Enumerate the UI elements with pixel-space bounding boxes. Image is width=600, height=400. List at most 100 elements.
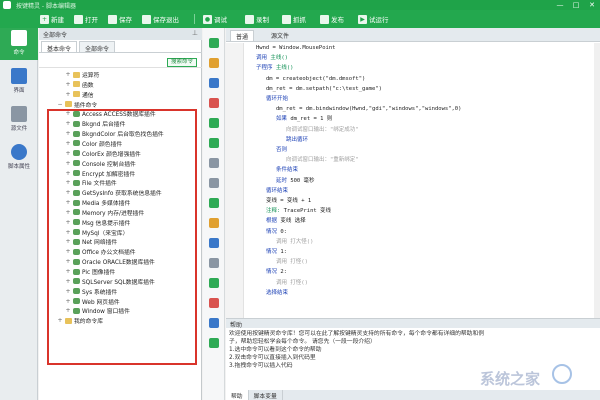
close-button[interactable]: ✕ bbox=[584, 0, 600, 10]
code-token: 如果 bbox=[276, 116, 291, 123]
editor-scrollbar[interactable] bbox=[594, 43, 600, 318]
code-line[interactable]: Hwnd = Window.MousePoint bbox=[256, 44, 335, 52]
code-token: 调用 bbox=[256, 55, 271, 62]
folder-icon bbox=[73, 71, 80, 78]
command-tabs: 基本命令 全部命令 bbox=[39, 41, 202, 53]
settings-icon[interactable] bbox=[209, 318, 219, 328]
pin-icon[interactable]: ⊥ bbox=[192, 29, 198, 37]
folder-icon bbox=[73, 81, 80, 88]
code-line[interactable]: 跳出循环 bbox=[286, 136, 308, 144]
editor-side-toolbar bbox=[203, 28, 225, 400]
code-token: 调用 打怪() bbox=[276, 279, 308, 286]
toolbar-divider bbox=[194, 14, 195, 24]
code-token: 情况 bbox=[266, 269, 281, 276]
expand-toggle-icon[interactable]: − bbox=[57, 101, 63, 108]
tab-all-commands[interactable]: 全部命令 bbox=[79, 41, 116, 53]
help-header: 帮助 bbox=[226, 318, 600, 329]
tree-folder[interactable]: − 插件命令 bbox=[57, 100, 97, 109]
code-line[interactable]: 循环结束 bbox=[266, 187, 288, 195]
indent-icon[interactable] bbox=[209, 158, 219, 168]
code-token: 500 毫秒 bbox=[290, 177, 315, 184]
code-line[interactable]: 变线 = 变线 + 1 bbox=[266, 197, 311, 205]
code-line[interactable]: 情况 0: bbox=[266, 228, 287, 236]
help-icon[interactable] bbox=[209, 338, 219, 348]
code-token: 1: bbox=[280, 249, 287, 255]
code-line[interactable]: dm_ret = dm.bindwindow(Hwnd,"gdi","windo… bbox=[276, 105, 461, 113]
record-button[interactable]: 录制 bbox=[245, 13, 269, 25]
open-icon bbox=[74, 14, 83, 24]
tree-item[interactable]: + 函数 bbox=[65, 80, 93, 89]
insert-icon[interactable] bbox=[209, 38, 219, 48]
move-up-icon[interactable] bbox=[209, 118, 219, 128]
expand-toggle-icon[interactable]: + bbox=[65, 71, 71, 78]
delete-icon[interactable] bbox=[209, 98, 219, 108]
search-command-button[interactable]: 搜索命令 bbox=[166, 58, 197, 67]
sidebar-item-properties[interactable]: 脚本属性 bbox=[0, 142, 38, 174]
capture-button[interactable]: 抓抓 bbox=[282, 13, 306, 25]
tab-source-view[interactable]: 源文件 bbox=[266, 30, 294, 41]
code-line[interactable]: dm_ret = dm.setpath("c:\test_game") bbox=[266, 85, 382, 93]
code-line[interactable]: 调用 主线() bbox=[256, 54, 288, 62]
code-area[interactable]: Hwnd = Window.MousePoint 调用 主线() 子程序 主线() d… bbox=[248, 44, 588, 318]
save-exit-icon bbox=[142, 14, 151, 24]
find-icon[interactable] bbox=[209, 238, 219, 248]
copy-icon[interactable] bbox=[209, 78, 219, 88]
code-line[interactable]: 如果 dm_ret = 1 则 bbox=[276, 115, 332, 123]
sidebar-item-commands[interactable]: 命令 bbox=[0, 28, 38, 60]
highlight-box bbox=[47, 109, 197, 365]
code-token: 变线 选择 bbox=[280, 218, 306, 225]
code-line[interactable]: dm = createobject("dm.dmsoft") bbox=[266, 75, 365, 83]
cut-icon[interactable] bbox=[209, 58, 219, 68]
run-icon[interactable] bbox=[209, 278, 219, 288]
code-line[interactable]: 情况 1: bbox=[266, 248, 287, 256]
save-exit-button[interactable]: 保存退出 bbox=[142, 13, 179, 25]
tree-item[interactable]: + 运算符 bbox=[65, 70, 99, 79]
expand-toggle-icon[interactable]: + bbox=[65, 81, 71, 88]
minimize-button[interactable]: — bbox=[552, 0, 568, 10]
code-line[interactable]: 调用 打怪() bbox=[276, 258, 308, 266]
maximize-button[interactable]: □ bbox=[568, 0, 584, 10]
main-toolbar: + 新建 打开 保存 保存退出 ● 调试 录制 抓抓 发布 ▶ 试运行 bbox=[0, 10, 600, 28]
outdent-icon[interactable] bbox=[209, 178, 219, 188]
debug-button[interactable]: ● 调试 bbox=[203, 13, 227, 25]
code-line[interactable]: 调用 打怪() bbox=[276, 279, 308, 287]
bookmark-icon[interactable] bbox=[209, 258, 219, 268]
help-line: 欢迎使用按键精灵命令库！您可以在此了解按键精灵支持的所有命令，每个命令都有详细的… bbox=[229, 331, 485, 337]
play-button[interactable]: ▶ 试运行 bbox=[358, 13, 389, 25]
code-token: 主线() bbox=[275, 65, 294, 72]
code-line[interactable]: 向调试窗口输出："重新绑定" bbox=[286, 156, 359, 164]
tab-normal-view[interactable]: 普通 bbox=[230, 30, 255, 41]
code-line[interactable]: 情况 2: bbox=[266, 268, 287, 276]
expand-toggle-icon[interactable]: + bbox=[65, 91, 71, 98]
code-line[interactable]: 循环开始 bbox=[266, 95, 288, 103]
new-button[interactable]: + 新建 bbox=[40, 13, 64, 25]
sidebar-item-source[interactable]: 源文件 bbox=[0, 104, 38, 136]
code-line[interactable]: 注释: TracePrint 变线 bbox=[266, 207, 331, 215]
code-line[interactable]: 子程序 主线() bbox=[256, 64, 293, 72]
command-panel-header: 全部命令 ⊥ bbox=[39, 28, 202, 40]
move-down-icon[interactable] bbox=[209, 138, 219, 148]
code-line[interactable]: 向调试窗口输出："绑定成功" bbox=[286, 126, 359, 134]
code-line[interactable]: 否则 bbox=[276, 146, 287, 154]
comment-icon[interactable] bbox=[209, 218, 219, 228]
stop-icon[interactable] bbox=[209, 298, 219, 308]
tab-script-variables[interactable]: 脚本变量 bbox=[249, 390, 283, 400]
chart-icon[interactable] bbox=[209, 198, 219, 208]
code-line[interactable]: 选择结束 bbox=[266, 289, 288, 297]
code-line[interactable]: 条件结束 bbox=[276, 166, 298, 174]
open-button[interactable]: 打开 bbox=[74, 13, 98, 25]
code-line[interactable]: 根据 变线 选择 bbox=[266, 217, 306, 225]
save-button[interactable]: 保存 bbox=[108, 13, 132, 25]
code-line[interactable]: 延时 500 毫秒 bbox=[276, 177, 315, 185]
info-icon bbox=[11, 144, 27, 160]
editor-tabs: 普通 源文件 bbox=[226, 28, 600, 42]
sidebar-item-ui[interactable]: 界面 bbox=[0, 66, 38, 98]
code-token: dm_ret = dm.setpath("c:\test_game") bbox=[266, 85, 382, 92]
tab-help[interactable]: 帮助 bbox=[226, 390, 249, 400]
publish-button[interactable]: 发布 bbox=[320, 13, 344, 25]
command-search-bar: 搜索命令 bbox=[39, 56, 202, 68]
code-line[interactable]: 调用 打大怪() bbox=[276, 238, 313, 246]
code-token: 情况 bbox=[266, 249, 281, 255]
tree-item[interactable]: + 通信 bbox=[65, 90, 93, 99]
tab-basic-commands[interactable]: 基本命令 bbox=[41, 41, 78, 53]
